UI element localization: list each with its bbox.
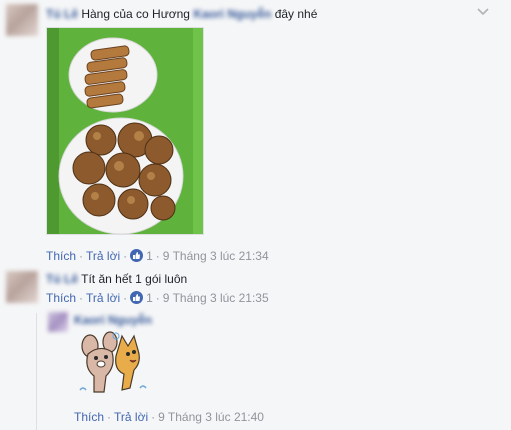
reply-link[interactable]: Trả lời [86,249,120,263]
commenter-name[interactable]: Kaori Nguyễn [74,313,152,327]
like-link[interactable]: Thích [46,291,76,305]
comment-body-end: đây nhé [274,7,318,21]
commenter-name[interactable]: Tú Lê [46,272,78,286]
timestamp[interactable]: 9 Tháng 3 lúc 21:40 [158,410,264,424]
reply-header: Kaori Nguyễn [74,312,152,328]
comment-actions: Thích · Trả lời · 1 · 9 Tháng 3 lúc 21:35 [46,291,269,305]
comment-text: Tú Lê Hàng của co Hương Kaori Nguyễn đây… [46,6,317,22]
timestamp[interactable]: 9 Tháng 3 lúc 21:34 [163,249,269,263]
comment-body: Tít ăn hết 1 gói luôn [81,272,188,286]
like-count[interactable]: 1 [146,249,153,263]
comment-actions: Thích · Trả lời · 1 · 9 Tháng 3 lúc 21:34 [46,249,269,263]
commenter-name[interactable]: Tú Lê [46,7,78,21]
comment-photo[interactable] [46,27,204,235]
reply-link[interactable]: Trả lời [86,291,120,305]
like-link[interactable]: Thích [74,410,104,424]
reply-thread-line [36,313,37,430]
like-link[interactable]: Thích [46,249,76,263]
thumbs-up-icon[interactable] [130,291,144,304]
avatar[interactable] [6,4,38,36]
comment-text: Tú Lê Tít ăn hết 1 gói luôn [46,271,187,287]
avatar[interactable] [6,271,38,303]
thumbs-up-icon[interactable] [130,249,144,262]
reply-actions: Thích · Trả lời · 9 Tháng 3 lúc 21:40 [74,410,264,424]
avatar[interactable] [48,312,68,332]
mention-link[interactable]: Kaori Nguyễn [193,7,271,21]
like-count[interactable]: 1 [146,291,153,305]
timestamp[interactable]: 9 Tháng 3 lúc 21:35 [163,291,269,305]
reply-link[interactable]: Trả lời [114,410,148,424]
dancing-animals-sticker[interactable] [76,330,154,402]
chevron-down-icon[interactable] [476,7,490,17]
food-photo-image [47,28,203,234]
comment-body-start: Hàng của co Hương [81,7,190,21]
